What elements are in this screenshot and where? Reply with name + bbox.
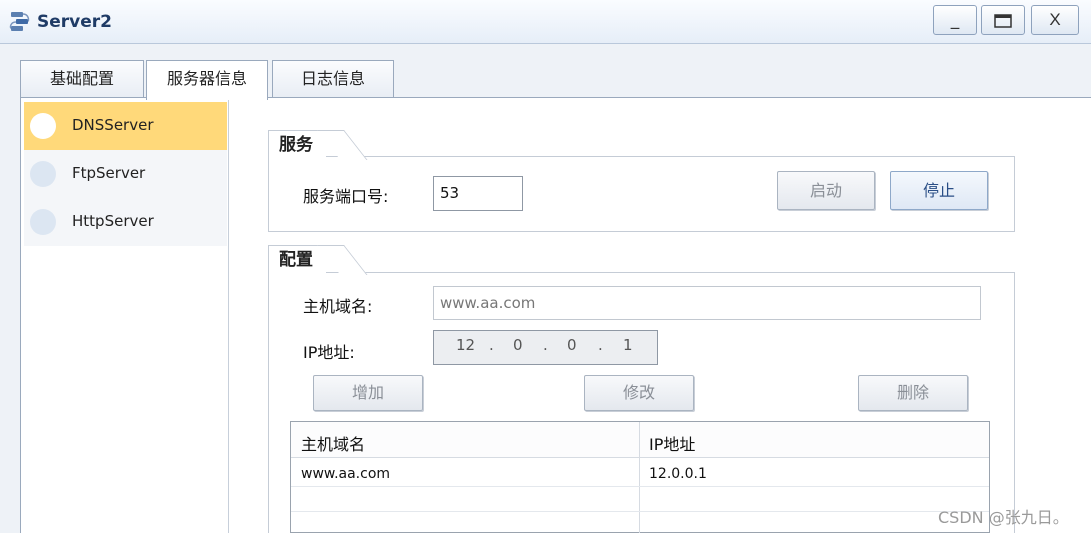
domain-label: 主机域名: [303, 297, 373, 316]
close-button[interactable]: X [1031, 5, 1079, 35]
ip-address-field[interactable]: 12 . 0 . 0 . 1 [433, 330, 658, 365]
ip-octet-4[interactable]: 1 [623, 336, 633, 354]
tab-log-info[interactable]: 日志信息 [272, 60, 394, 98]
title-bar: Server2 _ X [0, 0, 1091, 44]
server-app-icon [9, 12, 30, 31]
sidebar-item-label: FtpServer [72, 164, 146, 182]
maximize-icon [994, 14, 1012, 28]
watermark: CSDN @张九日。 [938, 508, 1069, 527]
sidebar-item-label: DNSServer [72, 116, 154, 134]
add-button[interactable]: 增加 [313, 375, 423, 411]
sidebar-item-ftpserver[interactable]: FtpServer [24, 150, 227, 198]
delete-button[interactable]: 删除 [858, 375, 968, 411]
sidebar-item-label: HttpServer [72, 212, 154, 230]
tab-basic-config[interactable]: 基础配置 [20, 60, 144, 98]
minimize-button[interactable]: _ [933, 5, 977, 35]
port-label: 服务端口号: [303, 187, 389, 206]
sidebar-item-dnsserver[interactable]: DNSServer [24, 102, 227, 150]
row-divider [291, 486, 989, 487]
config-group-title: 配置 [268, 245, 326, 273]
cell-ip: 12.0.0.1 [649, 466, 707, 482]
start-button[interactable]: 启动 [777, 171, 875, 210]
ip-octet-2[interactable]: 0 [513, 336, 523, 354]
tab-server-info[interactable]: 服务器信息 [146, 60, 268, 100]
ip-dot: . [598, 336, 603, 354]
ip-label: IP地址: [303, 343, 355, 362]
column-header-domain[interactable]: 主机域名 [301, 431, 365, 455]
ip-dot: . [489, 336, 494, 354]
cell-domain: www.aa.com [301, 466, 391, 482]
window-title: Server2 [37, 12, 112, 32]
status-dot-icon [30, 209, 56, 235]
ip-dot: . [543, 336, 548, 354]
dns-records-table: 主机域名 IP地址 www.aa.com 12.0.0.1 [290, 421, 990, 533]
port-input[interactable]: 53 [433, 176, 523, 211]
domain-input[interactable]: www.aa.com [433, 286, 981, 320]
service-group-title: 服务 [268, 130, 326, 158]
row-divider [291, 511, 989, 512]
table-header: 主机域名 IP地址 [291, 422, 989, 458]
sidebar-item-httpserver[interactable]: HttpServer [24, 198, 227, 246]
ip-octet-3[interactable]: 0 [567, 336, 577, 354]
status-dot-icon [30, 113, 56, 139]
status-dot-icon [30, 161, 56, 187]
service-sidebar: DNSServer FtpServer HttpServer [24, 99, 229, 533]
maximize-button[interactable] [981, 5, 1025, 35]
ip-octet-1[interactable]: 12 [456, 336, 475, 354]
column-header-ip[interactable]: IP地址 [649, 431, 695, 455]
stop-button[interactable]: 停止 [890, 171, 988, 210]
modify-button[interactable]: 修改 [584, 375, 694, 411]
column-divider [639, 422, 640, 533]
